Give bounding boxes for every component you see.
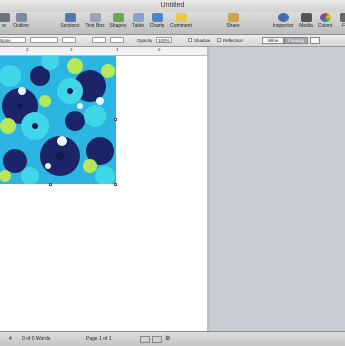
fill-select[interactable] — [110, 37, 124, 43]
page-count: Page 1 of 1 — [86, 336, 112, 343]
page-number-field[interactable]: 4 — [9, 336, 12, 343]
tb-share-button[interactable]: Share — [221, 13, 245, 33]
tb-outline-button[interactable]: Outline — [9, 13, 33, 33]
sections-icon — [65, 13, 76, 22]
line-width-select[interactable] — [30, 37, 58, 43]
floral-image[interactable] — [0, 56, 116, 184]
inspector-icon — [278, 13, 289, 22]
resize-handle-right[interactable] — [114, 118, 117, 121]
canvas-background — [209, 47, 345, 331]
word-count: 0 of 0 Words — [22, 336, 50, 343]
ruler-number: 2 — [26, 47, 29, 52]
shadow-label: Shadow — [194, 37, 210, 44]
gear-icon[interactable]: ⚙ — [165, 336, 170, 343]
tb-comment-button[interactable]: Comment — [169, 13, 193, 33]
window-titlebar: Untitled — [0, 0, 345, 12]
color-well[interactable] — [62, 37, 76, 43]
outline-icon — [16, 13, 27, 22]
window-title: Untitled — [161, 2, 185, 9]
charts-icon — [152, 13, 163, 22]
resize-handle-corner[interactable] — [114, 183, 117, 186]
ruler-number: 4 — [116, 47, 119, 52]
format-bar: None Opacity 100% Shadow Reflection Inli… — [0, 35, 345, 47]
share-icon — [228, 13, 239, 22]
prev-page-button[interactable] — [140, 336, 150, 343]
opacity-field[interactable]: 100% — [156, 37, 172, 43]
opacity-label: Opacity — [137, 37, 152, 44]
stroke-select[interactable]: None — [0, 37, 26, 43]
wrap-button[interactable] — [310, 37, 320, 44]
next-page-button[interactable] — [152, 336, 162, 343]
shadow-checkbox[interactable] — [188, 38, 192, 42]
reflection-label: Reflection — [223, 37, 243, 44]
fill-well[interactable] — [92, 37, 106, 43]
toolbar: w Outline Sections Text Box Shapes Table… — [0, 12, 345, 35]
textbox-icon — [90, 13, 101, 22]
shapes-icon — [113, 13, 124, 22]
resize-handle-bottom[interactable] — [49, 183, 52, 186]
horizontal-ruler: 2 3 4 5 — [0, 47, 208, 56]
ruler-number: 5 — [158, 47, 161, 52]
fonts-icon — [340, 13, 345, 22]
media-icon — [301, 13, 312, 22]
colors-icon — [320, 13, 331, 22]
ruler-number: 3 — [70, 47, 73, 52]
table-icon — [133, 13, 144, 22]
reflection-checkbox[interactable] — [217, 38, 221, 42]
tb-fonts-button[interactable]: Fo — [333, 13, 345, 33]
floating-button[interactable]: Floating — [284, 37, 308, 44]
floral-pattern — [0, 56, 116, 184]
comment-icon — [176, 13, 187, 22]
status-bar: 4 0 of 0 Words Page 1 of 1 ⚙ — [0, 331, 345, 346]
inline-button[interactable]: Inline — [262, 37, 284, 44]
